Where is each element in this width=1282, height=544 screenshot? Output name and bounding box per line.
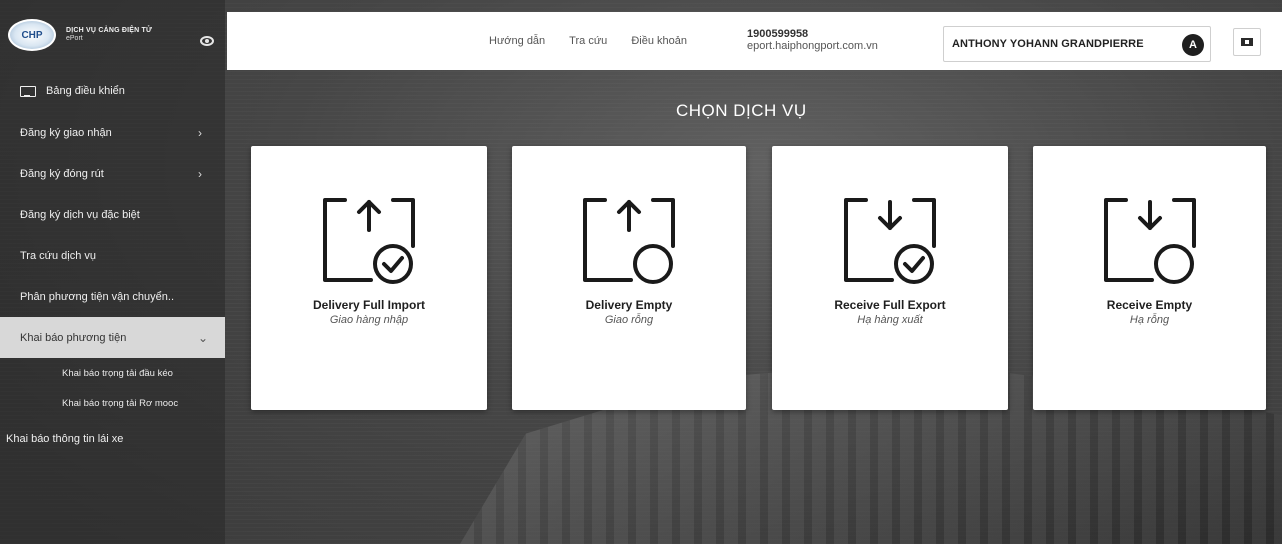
- service-card-delivery-empty[interactable]: Delivery Empty Giao rỗng: [512, 146, 746, 410]
- flag-icon: [1241, 38, 1253, 46]
- sidebar-item-label: Khai báo phương tiện: [20, 331, 127, 344]
- sidebar-subitem-tractor-load[interactable]: Khai báo trọng tải đầu kéo: [0, 358, 225, 388]
- sidebar-item-label: Đăng ký đóng rút: [20, 167, 104, 180]
- service-card-delivery-full-import[interactable]: Delivery Full Import Giao hàng nhập: [251, 146, 487, 410]
- box-arrow-down-check-icon: [844, 198, 936, 284]
- sidebar-item-driver-info[interactable]: Khai báo thông tin lái xe: [0, 418, 225, 459]
- card-subtitle: Giao rỗng: [604, 314, 654, 326]
- hotline-number[interactable]: 1900599958: [747, 28, 878, 41]
- avatar-initial: A: [1188, 39, 1198, 51]
- card-title: Receive Empty: [1106, 298, 1193, 312]
- sidebar-item-label: Tra cứu dịch vụ: [20, 249, 97, 262]
- card-subtitle: Hạ hàng xuất: [857, 314, 923, 326]
- sidebar-subitem-trailer-load[interactable]: Khai báo trọng tải Rơ mooc: [0, 388, 225, 418]
- sidebar-item-vehicle-allocation[interactable]: Phân phương tiện vận chuyển..: [0, 276, 225, 317]
- avatar: A: [1182, 34, 1204, 56]
- brand: CHP DỊCH VỤ CẢNG ĐIỆN TỬ ePort: [0, 0, 225, 70]
- monitor-icon: [20, 85, 36, 97]
- chevron-down-icon: ⌄: [198, 330, 209, 345]
- link-lookup[interactable]: Tra cứu: [569, 35, 607, 47]
- card-title: Delivery Full Import: [312, 298, 426, 312]
- top-links: Hướng dẫn Tra cứu Điều khoản: [489, 12, 711, 70]
- topbar: Hướng dẫn Tra cứu Điều khoản 1900599958 …: [227, 12, 1282, 70]
- sidebar-item-service-lookup[interactable]: Tra cứu dịch vụ: [0, 235, 225, 276]
- sidebar-item-special-service[interactable]: Đăng ký dịch vụ đặc biệt: [0, 194, 225, 235]
- user-menu-button[interactable]: ANTHONY YOHANN GRANDPIERRE A: [943, 26, 1211, 62]
- link-guide[interactable]: Hướng dẫn: [489, 35, 545, 47]
- sidebar-subitem-label: Khai báo trọng tải đầu kéo: [62, 367, 173, 379]
- brand-logo[interactable]: CHP: [8, 19, 56, 51]
- website-url[interactable]: eport.haiphongport.com.vn: [747, 40, 878, 53]
- user-name: ANTHONY YOHANN GRANDPIERRE: [952, 38, 1144, 50]
- language-flag-button[interactable]: [1233, 28, 1261, 56]
- sidebar-item-label: Đăng ký giao nhận: [20, 126, 112, 139]
- sidebar: CHP DỊCH VỤ CẢNG ĐIỆN TỬ ePort Bảng điều…: [0, 0, 225, 544]
- card-subtitle: Hạ rỗng: [1129, 314, 1170, 326]
- sidebar-item-label: Đăng ký dịch vụ đặc biệt: [20, 208, 140, 221]
- brand-subtitle: ePort: [66, 35, 83, 42]
- sidebar-item-vehicle-declaration[interactable]: Khai báo phương tiện ⌄: [0, 317, 225, 358]
- card-subtitle: Giao hàng nhập: [329, 314, 409, 326]
- brand-logo-text: CHP: [21, 29, 43, 41]
- chevron-right-icon: ›: [198, 125, 202, 140]
- service-card-receive-empty[interactable]: Receive Empty Hạ rỗng: [1033, 146, 1266, 410]
- page-title: CHỌN DỊCH VỤ: [676, 101, 807, 120]
- brand-title: DỊCH VỤ CẢNG ĐIỆN TỬ: [66, 26, 153, 34]
- sidebar-item-label: Khai báo thông tin lái xe: [6, 432, 124, 445]
- brand-text: DỊCH VỤ CẢNG ĐIỆN TỬ ePort: [66, 27, 152, 44]
- sidebar-subitem-label: Khai báo trọng tải Rơ mooc: [62, 397, 179, 409]
- sidebar-item-label: Bảng điều khiển: [46, 85, 125, 97]
- sidebar-item-label: Phân phương tiện vận chuyển..: [20, 290, 175, 303]
- sidebar-item-dashboard[interactable]: Bảng điều khiển: [0, 70, 225, 112]
- sidebar-item-stuffing-registration[interactable]: Đăng ký đóng rút ›: [0, 153, 225, 194]
- box-arrow-up-circle-icon: [583, 198, 675, 284]
- card-title: Receive Full Export: [834, 298, 946, 312]
- contact-info: 1900599958 eport.haiphongport.com.vn: [747, 28, 878, 53]
- app-root: CHP DỊCH VỤ CẢNG ĐIỆN TỬ ePort Bảng điều…: [0, 0, 1282, 544]
- sidebar-nav: Bảng điều khiển Đăng ký giao nhận › Đăng…: [0, 70, 225, 459]
- sidebar-item-delivery-registration[interactable]: Đăng ký giao nhận ›: [0, 112, 225, 153]
- link-terms[interactable]: Điều khoản: [631, 35, 687, 47]
- chevron-right-icon: ›: [198, 166, 202, 181]
- box-arrow-up-check-icon: [323, 198, 415, 284]
- service-card-receive-full-export[interactable]: Receive Full Export Hạ hàng xuất: [772, 146, 1008, 410]
- box-arrow-down-circle-icon: [1103, 198, 1196, 284]
- card-title: Delivery Empty: [585, 298, 673, 312]
- sidebar-toggle-eye-icon[interactable]: [200, 36, 214, 46]
